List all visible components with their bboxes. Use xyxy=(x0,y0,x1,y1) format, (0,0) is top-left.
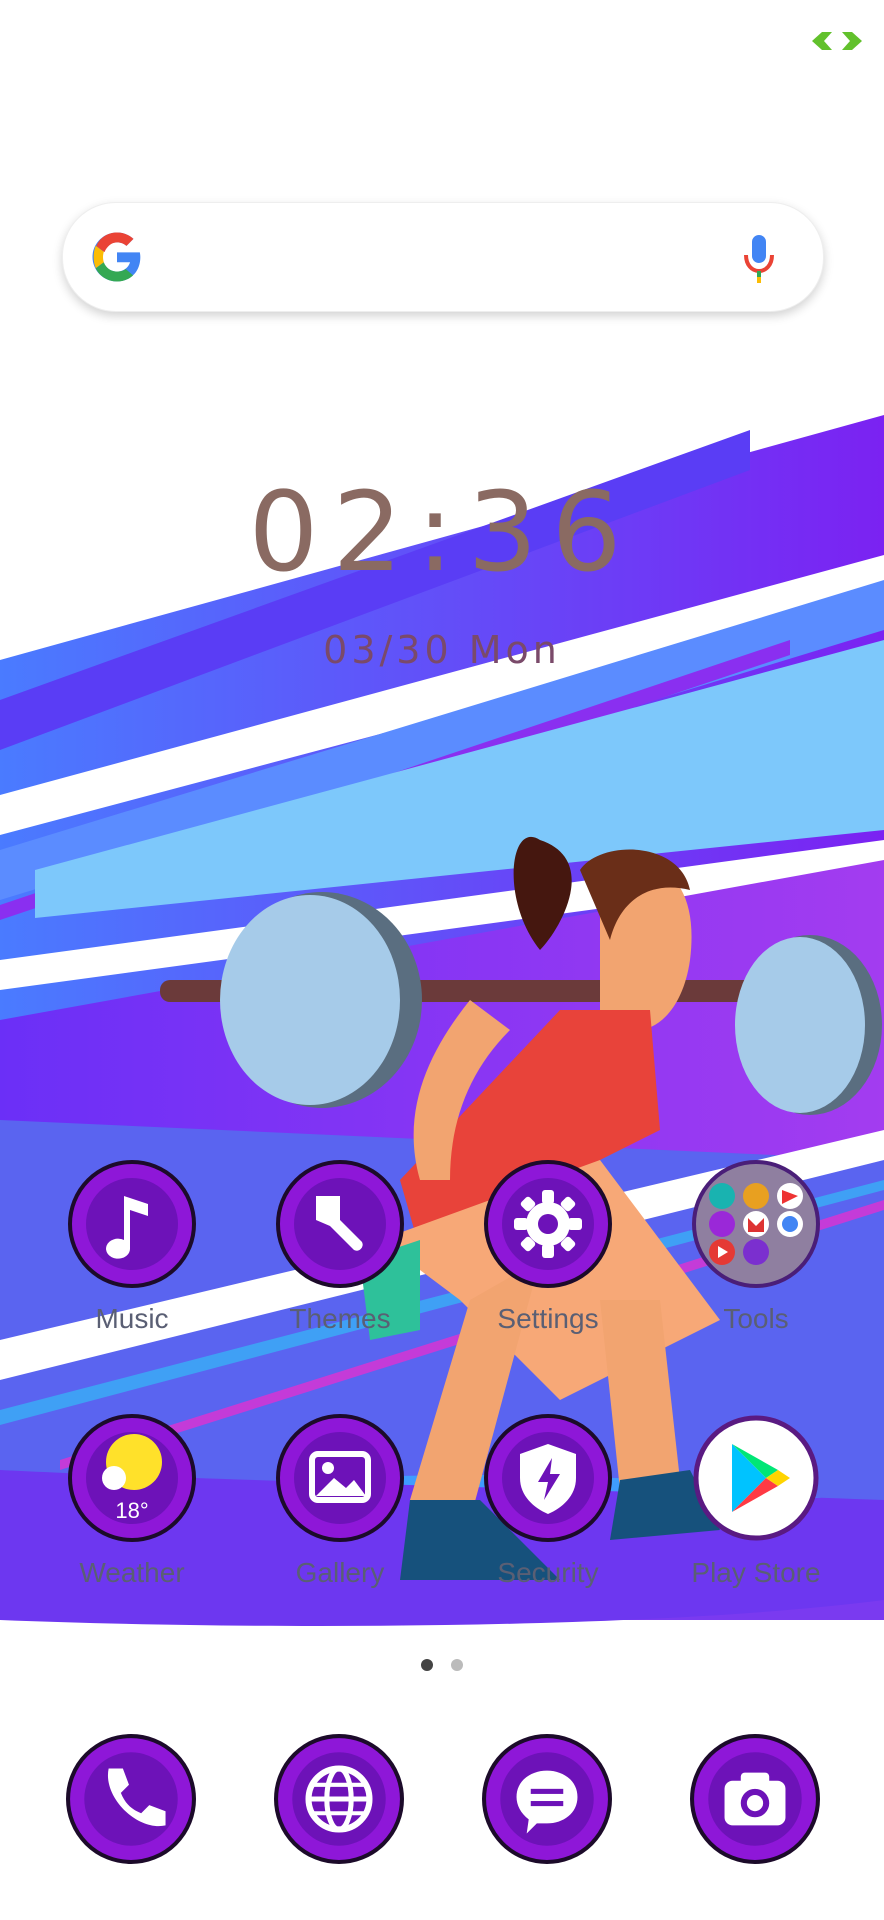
weather-icon: 18° xyxy=(68,1414,196,1542)
app-label: Security xyxy=(497,1557,599,1588)
message-icon[interactable] xyxy=(482,1734,612,1864)
shield-icon xyxy=(484,1414,612,1542)
app-label: Settings xyxy=(497,1303,599,1334)
app-label: Music xyxy=(95,1303,169,1334)
play-store-icon xyxy=(693,1415,819,1541)
weather-temp: 18° xyxy=(115,1498,148,1523)
home-screen: 02:36 03/30 Mon Music Themes Settings To… xyxy=(0,0,884,1920)
app-settings[interactable]: Settings xyxy=(458,1160,638,1335)
clock-date[interactable]: 03/30 Mon xyxy=(0,628,884,672)
folder-icon xyxy=(692,1160,820,1288)
app-security[interactable]: Security xyxy=(458,1414,638,1589)
page-indicator-active xyxy=(421,1659,433,1671)
gear-icon xyxy=(484,1160,612,1288)
app-label: Weather xyxy=(79,1557,185,1588)
app-label: Themes xyxy=(289,1303,391,1334)
app-label: Gallery xyxy=(295,1557,385,1588)
app-gallery[interactable]: Gallery xyxy=(250,1414,430,1589)
app-themes[interactable]: Themes xyxy=(250,1160,430,1335)
paintbrush-icon xyxy=(276,1160,404,1288)
globe-icon[interactable] xyxy=(274,1734,404,1864)
app-label: Tools xyxy=(723,1303,789,1334)
app-label: Play Store xyxy=(691,1557,821,1588)
phone-icon[interactable] xyxy=(66,1734,196,1864)
music-note-icon xyxy=(68,1160,196,1288)
app-weather[interactable]: 18° Weather xyxy=(42,1414,222,1589)
app-music[interactable]: Music xyxy=(42,1160,222,1335)
battery-charging-icon xyxy=(812,32,862,50)
clock-time[interactable]: 02:36 xyxy=(0,468,884,596)
page-indicator xyxy=(451,1659,463,1671)
image-icon xyxy=(276,1414,404,1542)
google-g-icon xyxy=(92,232,141,282)
camera-icon[interactable] xyxy=(690,1734,820,1864)
app-tools-folder[interactable]: Tools xyxy=(666,1160,846,1335)
app-play-store[interactable]: Play Store xyxy=(666,1414,846,1589)
mic-icon[interactable] xyxy=(739,233,779,285)
google-search-bar[interactable] xyxy=(62,202,824,312)
